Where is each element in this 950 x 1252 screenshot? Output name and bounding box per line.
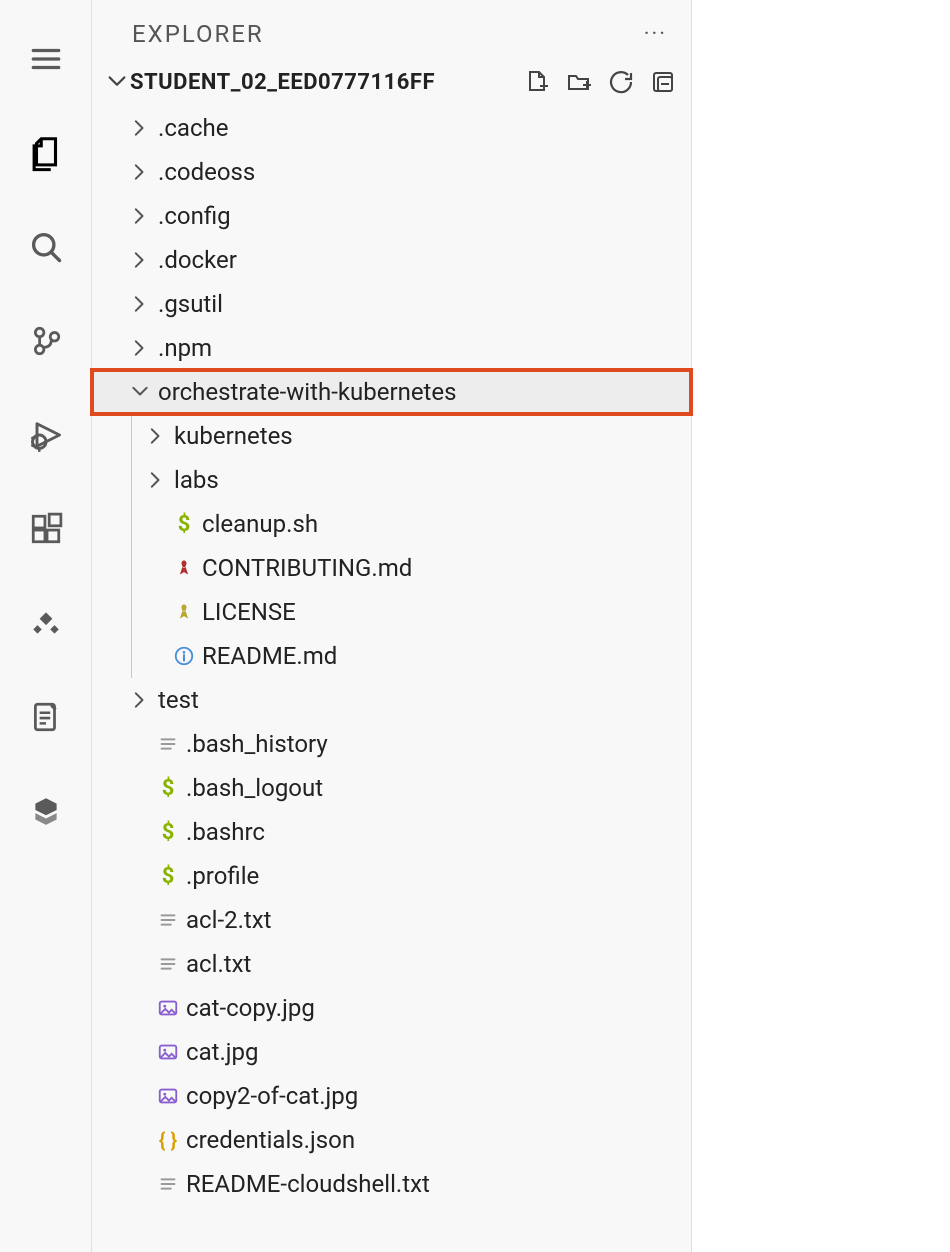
ribbon-file-icon <box>170 557 198 579</box>
file-item[interactable]: acl.txt <box>92 942 691 986</box>
chevron-right-icon <box>142 470 170 490</box>
chevron-right-icon <box>126 338 154 358</box>
tree-item-label: .bashrc <box>182 818 265 846</box>
image-file-icon <box>154 1085 182 1107</box>
shell-file-icon: $ <box>154 776 182 801</box>
folder-item[interactable]: test <box>92 678 691 722</box>
file-item[interactable]: README-cloudshell.txt <box>92 1162 691 1206</box>
tree-item-label: README.md <box>198 642 337 670</box>
new-folder-icon[interactable] <box>565 68 593 96</box>
file-item[interactable]: $.profile <box>92 854 691 898</box>
tree-item-label: .docker <box>154 246 237 274</box>
more-actions-icon[interactable]: ··· <box>644 22 667 47</box>
chevron-right-icon <box>126 250 154 270</box>
file-item[interactable]: copy2-of-cat.jpg <box>92 1074 691 1118</box>
source-control-icon[interactable] <box>17 312 75 370</box>
text-file-icon <box>154 733 182 755</box>
chevron-right-icon <box>142 426 170 446</box>
tree-item-label: README-cloudshell.txt <box>182 1170 430 1198</box>
tree-item-label: CONTRIBUTING.md <box>198 554 412 582</box>
explorer-icon[interactable] <box>17 124 75 182</box>
chevron-right-icon <box>126 118 154 138</box>
text-file-icon <box>154 909 182 931</box>
file-item[interactable]: cat-copy.jpg <box>92 986 691 1030</box>
extensions-icon[interactable] <box>17 500 75 558</box>
shell-file-icon: $ <box>154 864 182 889</box>
chevron-right-icon <box>126 294 154 314</box>
chevron-down-icon <box>104 71 130 93</box>
tree-item-label: .gsutil <box>154 290 223 318</box>
file-item[interactable]: $.bash_logout <box>92 766 691 810</box>
tree-item-label: cat-copy.jpg <box>182 994 315 1022</box>
tree-item-label: credentials.json <box>182 1126 355 1154</box>
tree-item-label: .npm <box>154 334 212 362</box>
folder-item[interactable]: .config <box>92 194 691 238</box>
tree-item-label: .bash_logout <box>182 774 323 802</box>
folder-item[interactable]: kubernetes <box>92 414 691 458</box>
tree-item-label: acl.txt <box>182 950 251 978</box>
image-file-icon <box>154 1041 182 1063</box>
tree-item-label: .profile <box>182 862 259 890</box>
tree-item-label: cleanup.sh <box>198 510 318 538</box>
file-item[interactable]: cat.jpg <box>92 1030 691 1074</box>
workspace-name: STUDENT_02_EED0777116FF <box>130 70 523 95</box>
chevron-down-icon <box>126 382 154 402</box>
tree-item-label: orchestrate-with-kubernetes <box>154 378 457 406</box>
ribbon-file-icon <box>170 601 198 623</box>
tree-item-label: acl-2.txt <box>182 906 272 934</box>
folder-item[interactable]: .npm <box>92 326 691 370</box>
tree-item-label: cat.jpg <box>182 1038 259 1066</box>
tree-item-label: .cache <box>154 114 228 142</box>
chevron-right-icon <box>126 206 154 226</box>
tree-item-label: kubernetes <box>170 422 293 450</box>
folder-item[interactable]: .cache <box>92 106 691 150</box>
doc-ai-icon[interactable] <box>17 688 75 746</box>
folder-item[interactable]: orchestrate-with-kubernetes <box>92 370 691 414</box>
run-debug-icon[interactable] <box>17 406 75 464</box>
refresh-icon[interactable] <box>607 68 635 96</box>
file-item[interactable]: README.md <box>92 634 691 678</box>
file-item[interactable]: .bash_history <box>92 722 691 766</box>
tree-item-label: .bash_history <box>182 730 328 758</box>
menu-icon[interactable] <box>17 30 75 88</box>
file-item[interactable]: $cleanup.sh <box>92 502 691 546</box>
tree-item-label: .config <box>154 202 231 230</box>
tree-item-label: copy2-of-cat.jpg <box>182 1082 358 1110</box>
tree-item-label: test <box>154 686 199 714</box>
folder-item[interactable]: labs <box>92 458 691 502</box>
shell-file-icon: $ <box>154 820 182 845</box>
collapse-all-icon[interactable] <box>649 68 677 96</box>
text-file-icon <box>154 953 182 975</box>
folder-item[interactable]: .codeoss <box>92 150 691 194</box>
image-file-icon <box>154 997 182 1019</box>
search-icon[interactable] <box>17 218 75 276</box>
workspace-header[interactable]: STUDENT_02_EED0777116FF <box>92 62 691 106</box>
shell-file-icon: $ <box>170 512 198 537</box>
json-file-icon: { } <box>154 1128 182 1152</box>
chevron-right-icon <box>126 162 154 182</box>
folder-item[interactable]: .docker <box>92 238 691 282</box>
file-item[interactable]: $.bashrc <box>92 810 691 854</box>
file-item[interactable]: acl-2.txt <box>92 898 691 942</box>
tree-item-label: labs <box>170 466 219 494</box>
explorer-title: EXPLORER <box>132 20 264 48</box>
file-item[interactable]: CONTRIBUTING.md <box>92 546 691 590</box>
file-item[interactable]: LICENSE <box>92 590 691 634</box>
terraform-icon[interactable] <box>17 782 75 840</box>
info-file-icon <box>170 645 198 667</box>
file-tree: .cache .codeoss .config .docker .gsutil .npm o… <box>92 106 691 1226</box>
text-file-icon <box>154 1173 182 1195</box>
chevron-right-icon <box>126 690 154 710</box>
tree-item-label: LICENSE <box>198 598 296 626</box>
folder-item[interactable]: .gsutil <box>92 282 691 326</box>
activity-bar <box>0 0 92 1252</box>
apps-icon[interactable] <box>17 594 75 652</box>
new-file-icon[interactable] <box>523 68 551 96</box>
explorer-sidebar: EXPLORER ··· STUDENT_02_EED0777116FF .ca… <box>92 0 692 1252</box>
file-item[interactable]: { }credentials.json <box>92 1118 691 1162</box>
tree-item-label: .codeoss <box>154 158 255 186</box>
